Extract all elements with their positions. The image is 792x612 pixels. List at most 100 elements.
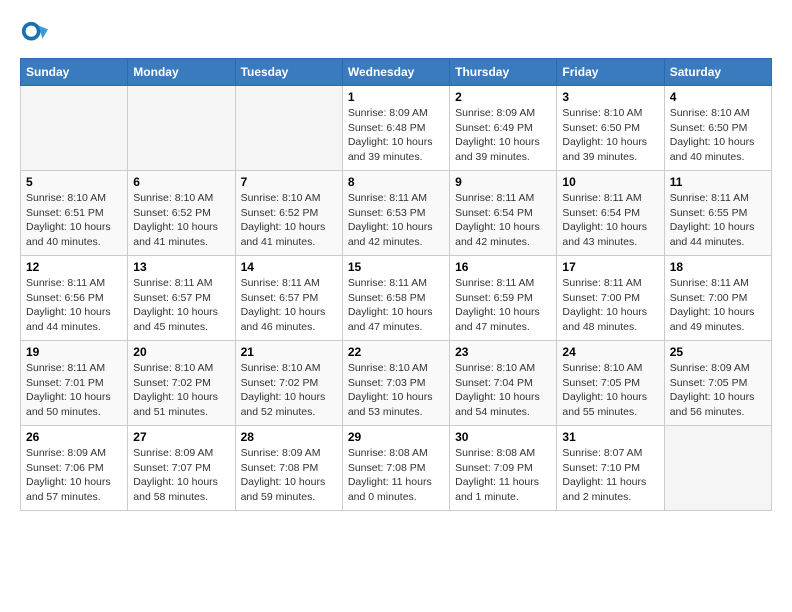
day-number: 1: [348, 90, 444, 104]
calendar-week-row: 19 Sunrise: 8:11 AMSunset: 7:01 PMDayligh…: [21, 341, 772, 426]
day-number: 21: [241, 345, 337, 359]
calendar-cell: 19 Sunrise: 8:11 AMSunset: 7:01 PMDayligh…: [21, 341, 128, 426]
calendar-cell: 15 Sunrise: 8:11 AMSunset: 6:58 PMDayligh…: [342, 256, 449, 341]
calendar-cell: 17 Sunrise: 8:11 AMSunset: 7:00 PMDayligh…: [557, 256, 664, 341]
calendar-cell: [235, 86, 342, 171]
day-info: Sunrise: 8:10 AMSunset: 6:50 PMDaylight:…: [562, 106, 658, 165]
day-number: 26: [26, 430, 122, 444]
day-info: Sunrise: 8:08 AMSunset: 7:08 PMDaylight:…: [348, 446, 444, 505]
day-info: Sunrise: 8:09 AMSunset: 6:49 PMDaylight:…: [455, 106, 551, 165]
day-of-week-header: Thursday: [450, 59, 557, 86]
day-number: 15: [348, 260, 444, 274]
calendar-week-row: 26 Sunrise: 8:09 AMSunset: 7:06 PMDayligh…: [21, 426, 772, 511]
day-number: 23: [455, 345, 551, 359]
day-info: Sunrise: 8:11 AMSunset: 7:01 PMDaylight:…: [26, 361, 122, 420]
calendar-cell: 28 Sunrise: 8:09 AMSunset: 7:08 PMDayligh…: [235, 426, 342, 511]
calendar-header-row: SundayMondayTuesdayWednesdayThursdayFrid…: [21, 59, 772, 86]
day-number: 13: [133, 260, 229, 274]
calendar-cell: 6 Sunrise: 8:10 AMSunset: 6:52 PMDaylight…: [128, 171, 235, 256]
calendar-cell: 1Sunrise: 8:09 AMSunset: 6:48 PMDaylight…: [342, 86, 449, 171]
calendar-cell: 3 Sunrise: 8:10 AMSunset: 6:50 PMDaylight…: [557, 86, 664, 171]
calendar-cell: 30Sunrise: 8:08 AMSunset: 7:09 PMDayligh…: [450, 426, 557, 511]
calendar-week-row: 1Sunrise: 8:09 AMSunset: 6:48 PMDaylight…: [21, 86, 772, 171]
day-number: 20: [133, 345, 229, 359]
day-info: Sunrise: 8:11 AMSunset: 6:57 PMDaylight:…: [133, 276, 229, 335]
day-info: Sunrise: 8:10 AMSunset: 7:05 PMDaylight:…: [562, 361, 658, 420]
calendar-cell: 11Sunrise: 8:11 AMSunset: 6:55 PMDayligh…: [664, 171, 771, 256]
calendar-cell: 4 Sunrise: 8:10 AMSunset: 6:50 PMDaylight…: [664, 86, 771, 171]
day-number: 28: [241, 430, 337, 444]
day-info: Sunrise: 8:10 AMSunset: 6:51 PMDaylight:…: [26, 191, 122, 250]
calendar-cell: [21, 86, 128, 171]
day-number: 27: [133, 430, 229, 444]
day-number: 18: [670, 260, 766, 274]
day-of-week-header: Friday: [557, 59, 664, 86]
day-info: Sunrise: 8:11 AMSunset: 6:54 PMDaylight:…: [455, 191, 551, 250]
day-number: 3: [562, 90, 658, 104]
day-number: 4: [670, 90, 766, 104]
calendar-cell: 9Sunrise: 8:11 AMSunset: 6:54 PMDaylight…: [450, 171, 557, 256]
day-info: Sunrise: 8:10 AMSunset: 6:52 PMDaylight:…: [133, 191, 229, 250]
day-info: Sunrise: 8:11 AMSunset: 6:59 PMDaylight:…: [455, 276, 551, 335]
day-info: Sunrise: 8:10 AMSunset: 7:03 PMDaylight:…: [348, 361, 444, 420]
day-of-week-header: Sunday: [21, 59, 128, 86]
day-number: 6: [133, 175, 229, 189]
day-info: Sunrise: 8:10 AMSunset: 7:02 PMDaylight:…: [133, 361, 229, 420]
day-info: Sunrise: 8:09 AMSunset: 7:08 PMDaylight:…: [241, 446, 337, 505]
day-info: Sunrise: 8:11 AMSunset: 7:00 PMDaylight:…: [562, 276, 658, 335]
calendar-cell: 31Sunrise: 8:07 AMSunset: 7:10 PMDayligh…: [557, 426, 664, 511]
day-of-week-header: Wednesday: [342, 59, 449, 86]
day-info: Sunrise: 8:11 AMSunset: 6:54 PMDaylight:…: [562, 191, 658, 250]
day-info: Sunrise: 8:10 AMSunset: 6:52 PMDaylight:…: [241, 191, 337, 250]
day-number: 19: [26, 345, 122, 359]
day-number: 8: [348, 175, 444, 189]
calendar-cell: [128, 86, 235, 171]
calendar-cell: 29 Sunrise: 8:08 AMSunset: 7:08 PMDayligh…: [342, 426, 449, 511]
day-info: Sunrise: 8:09 AMSunset: 7:05 PMDaylight:…: [670, 361, 766, 420]
day-number: 17: [562, 260, 658, 274]
calendar-cell: 8 Sunrise: 8:11 AMSunset: 6:53 PMDaylight…: [342, 171, 449, 256]
day-info: Sunrise: 8:11 AMSunset: 6:57 PMDaylight:…: [241, 276, 337, 335]
day-info: Sunrise: 8:09 AMSunset: 7:06 PMDaylight:…: [26, 446, 122, 505]
day-number: 29: [348, 430, 444, 444]
day-number: 10: [562, 175, 658, 189]
day-info: Sunrise: 8:11 AMSunset: 6:58 PMDaylight:…: [348, 276, 444, 335]
calendar-cell: 27Sunrise: 8:09 AMSunset: 7:07 PMDayligh…: [128, 426, 235, 511]
calendar-cell: 5 Sunrise: 8:10 AMSunset: 6:51 PMDaylight…: [21, 171, 128, 256]
day-info: Sunrise: 8:11 AMSunset: 6:56 PMDaylight:…: [26, 276, 122, 335]
calendar-cell: 14 Sunrise: 8:11 AMSunset: 6:57 PMDayligh…: [235, 256, 342, 341]
calendar-cell: 24 Sunrise: 8:10 AMSunset: 7:05 PMDayligh…: [557, 341, 664, 426]
calendar-cell: 7 Sunrise: 8:10 AMSunset: 6:52 PMDaylight…: [235, 171, 342, 256]
day-info: Sunrise: 8:10 AMSunset: 7:04 PMDaylight:…: [455, 361, 551, 420]
day-info: Sunrise: 8:07 AMSunset: 7:10 PMDaylight:…: [562, 446, 658, 505]
day-number: 24: [562, 345, 658, 359]
calendar-cell: 16 Sunrise: 8:11 AMSunset: 6:59 PMDayligh…: [450, 256, 557, 341]
day-info: Sunrise: 8:10 AMSunset: 7:02 PMDaylight:…: [241, 361, 337, 420]
calendar-week-row: 12 Sunrise: 8:11 AMSunset: 6:56 PMDayligh…: [21, 256, 772, 341]
calendar-cell: 21 Sunrise: 8:10 AMSunset: 7:02 PMDayligh…: [235, 341, 342, 426]
day-number: 11: [670, 175, 766, 189]
day-number: 30: [455, 430, 551, 444]
calendar-cell: 25Sunrise: 8:09 AMSunset: 7:05 PMDayligh…: [664, 341, 771, 426]
day-info: Sunrise: 8:11 AMSunset: 6:53 PMDaylight:…: [348, 191, 444, 250]
logo: [20, 20, 52, 48]
calendar-cell: 18 Sunrise: 8:11 AMSunset: 7:00 PMDayligh…: [664, 256, 771, 341]
day-number: 7: [241, 175, 337, 189]
page-header: [20, 20, 772, 48]
day-number: 5: [26, 175, 122, 189]
calendar-week-row: 5 Sunrise: 8:10 AMSunset: 6:51 PMDaylight…: [21, 171, 772, 256]
calendar-cell: 13 Sunrise: 8:11 AMSunset: 6:57 PMDayligh…: [128, 256, 235, 341]
day-number: 12: [26, 260, 122, 274]
day-number: 22: [348, 345, 444, 359]
calendar-cell: 23 Sunrise: 8:10 AMSunset: 7:04 PMDayligh…: [450, 341, 557, 426]
day-info: Sunrise: 8:11 AMSunset: 7:00 PMDaylight:…: [670, 276, 766, 335]
calendar-cell: 2Sunrise: 8:09 AMSunset: 6:49 PMDaylight…: [450, 86, 557, 171]
calendar-cell: 12 Sunrise: 8:11 AMSunset: 6:56 PMDayligh…: [21, 256, 128, 341]
calendar-cell: [664, 426, 771, 511]
day-number: 14: [241, 260, 337, 274]
day-number: 16: [455, 260, 551, 274]
day-info: Sunrise: 8:10 AMSunset: 6:50 PMDaylight:…: [670, 106, 766, 165]
calendar-table: SundayMondayTuesdayWednesdayThursdayFrid…: [20, 58, 772, 511]
day-of-week-header: Tuesday: [235, 59, 342, 86]
calendar-cell: 10 Sunrise: 8:11 AMSunset: 6:54 PMDayligh…: [557, 171, 664, 256]
